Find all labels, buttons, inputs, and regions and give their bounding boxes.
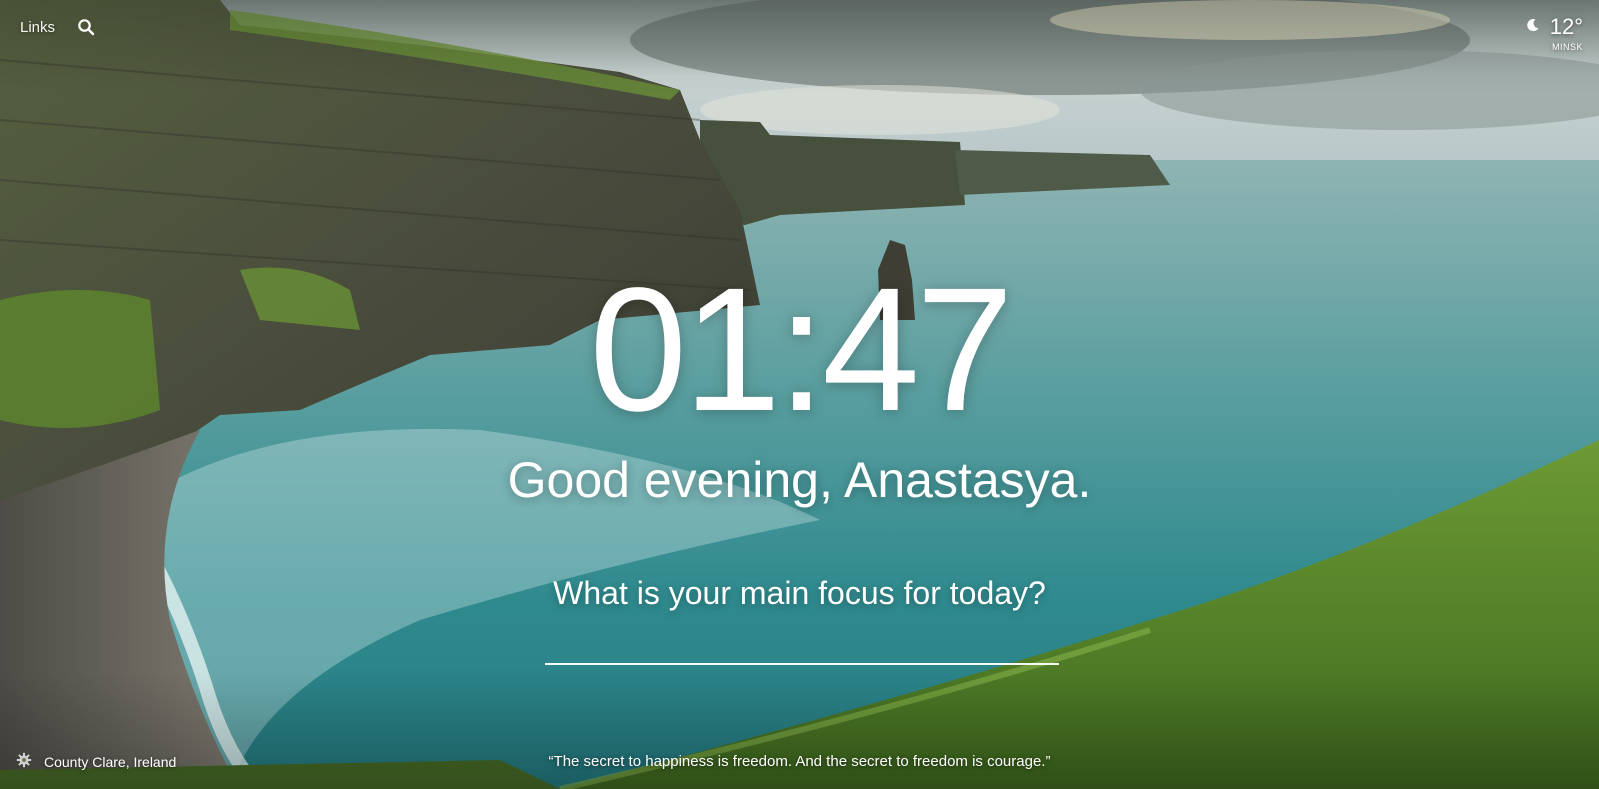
links-button[interactable]: Links xyxy=(20,19,55,36)
cliffs-of-moher-photo xyxy=(0,0,1599,789)
search-icon[interactable] xyxy=(77,18,95,36)
background-image xyxy=(0,0,1599,789)
weather-city: MINSK xyxy=(1551,42,1583,52)
weather-widget[interactable]: 12° MINSK xyxy=(1526,14,1583,52)
focus-input[interactable] xyxy=(545,615,1059,665)
daily-quote: “The secret to happiness is freedom. And… xyxy=(548,753,1051,770)
weather-temperature: 12° xyxy=(1549,14,1583,39)
top-left-bar: Links xyxy=(20,18,95,36)
moon-icon xyxy=(1526,18,1540,37)
